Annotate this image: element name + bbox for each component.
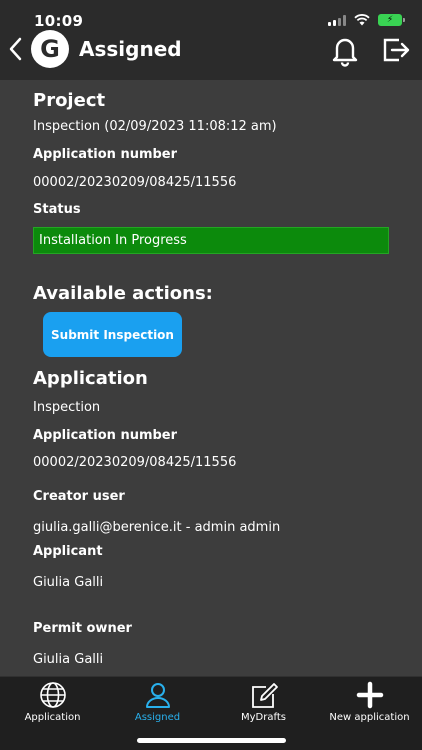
person-icon — [145, 683, 170, 708]
project-type: Inspection (02/09/2023 11:08:12 am) — [33, 119, 277, 134]
status-badge: Installation In Progress — [33, 227, 389, 254]
available-actions-heading: Available actions: — [33, 283, 213, 304]
page-title: Assigned — [79, 37, 182, 61]
project-heading: Project — [33, 90, 106, 111]
tab-new-application[interactable]: New application — [317, 677, 422, 727]
creator-user: giulia.galli@berenice.it - admin admin — [33, 520, 281, 535]
globe-icon — [39, 682, 66, 708]
status-icons: ⚡ — [328, 14, 405, 26]
tab-assigned[interactable]: Assigned — [105, 677, 210, 727]
application-number-label: Application number — [33, 428, 178, 443]
tab-application-label: Application — [24, 712, 81, 723]
tab-assigned-label: Assigned — [134, 712, 181, 723]
applicant-label: Applicant — [33, 544, 103, 559]
project-app-number-label: Application number — [33, 147, 178, 162]
tab-mydrafts-label: MyDrafts — [241, 712, 286, 723]
home-indicator — [137, 738, 286, 743]
application-heading: Application — [33, 368, 148, 389]
battery-icon: ⚡ — [378, 14, 405, 26]
status-time: 10:09 — [34, 12, 84, 30]
wifi-icon — [354, 14, 370, 26]
submit-inspection-button[interactable]: Submit Inspection — [43, 312, 182, 357]
creator-user-label: Creator user — [33, 489, 125, 504]
tab-mydrafts[interactable]: MyDrafts — [211, 677, 316, 727]
logout-icon[interactable] — [381, 35, 411, 65]
cellular-signal-icon — [328, 14, 346, 26]
app-logo: G — [31, 30, 69, 68]
tab-new-application-label: New application — [329, 712, 410, 723]
edit-icon — [251, 683, 278, 708]
permit-owner-label: Permit owner — [33, 621, 132, 636]
permit-owner: Giulia Galli — [33, 652, 104, 667]
plus-icon — [356, 681, 383, 709]
application-type: Inspection — [33, 400, 101, 415]
back-button[interactable] — [6, 36, 26, 62]
application-number: 00002/20230209/08425/11556 — [33, 455, 237, 470]
status-label: Status — [33, 202, 81, 217]
project-app-number: 00002/20230209/08425/11556 — [33, 175, 237, 190]
tab-application[interactable]: Application — [0, 677, 105, 727]
bell-icon[interactable] — [328, 33, 362, 67]
applicant: Giulia Galli — [33, 575, 104, 590]
top-bar: 10:09 ⚡ G Assigned — [0, 0, 422, 80]
